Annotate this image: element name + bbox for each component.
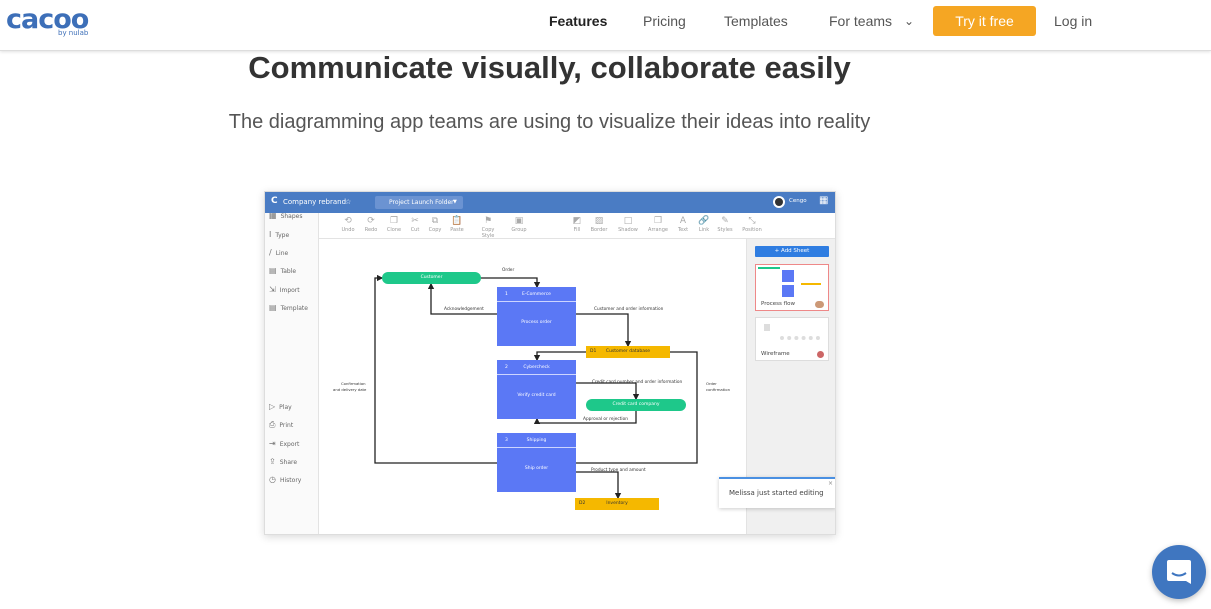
- label-delivery-date: and delivery date: [333, 387, 367, 392]
- login-link[interactable]: Log in: [1054, 12, 1092, 30]
- connector-db-to-cyber: [533, 351, 586, 362]
- chat-button[interactable]: [1152, 545, 1206, 599]
- app-screenshot: C Company rebrand ☆ Project Launch Folde…: [264, 191, 836, 535]
- process-cybercheck[interactable]: 2 Cybercheck Verify credit card: [497, 360, 576, 419]
- nulab-sublogo: by nulab: [58, 29, 89, 37]
- hero-subtitle: The diagramming app teams are using to v…: [228, 111, 871, 133]
- external-credit-card-company[interactable]: Credit card company: [586, 399, 686, 411]
- store-name: Customer database: [605, 349, 651, 354]
- process-title: Shipping: [526, 438, 547, 443]
- chevron-down-icon[interactable]: ⌄: [904, 12, 914, 30]
- store-id: D1: [590, 349, 597, 354]
- store-id: D2: [579, 501, 586, 506]
- editing-notification: Melissa just started editing ×: [719, 477, 835, 508]
- close-icon[interactable]: ×: [828, 480, 833, 487]
- process-body: Process order: [521, 320, 552, 325]
- label-confirmation: Confirmation: [341, 381, 366, 386]
- store-inventory[interactable]: D2 Inventory: [575, 498, 659, 510]
- top-nav: cacoo by nulab Features Pricing Template…: [0, 0, 1211, 51]
- process-shipping[interactable]: 3 Shipping Ship order: [497, 433, 576, 492]
- nav-features[interactable]: Features: [549, 12, 607, 30]
- chat-icon: [1167, 560, 1191, 584]
- label-order-conf-2: confirmation: [706, 387, 731, 392]
- connector-cc: [576, 382, 640, 401]
- store-customer-database[interactable]: D1 Customer database: [586, 346, 670, 358]
- nav-templates[interactable]: Templates: [724, 12, 788, 30]
- label-order-conf-1: Order: [706, 381, 717, 386]
- process-title: E-Commerce: [522, 292, 551, 297]
- try-it-free-button[interactable]: Try it free: [933, 6, 1036, 36]
- label-order: Order: [502, 268, 515, 273]
- process-number: 2: [505, 365, 508, 370]
- process-ecommerce[interactable]: 1 E-Commerce Process order: [497, 287, 576, 346]
- process-body: Verify credit card: [517, 393, 556, 398]
- process-title: Cybercheck: [523, 365, 550, 370]
- external-customer[interactable]: Customer: [382, 272, 481, 284]
- label-ack: Acknowledgement: [444, 307, 484, 312]
- process-number: 3: [505, 438, 508, 443]
- notification-text: Melissa just started editing: [729, 489, 824, 497]
- label-product: Product type and amount: [591, 468, 646, 473]
- process-number: 1: [505, 292, 508, 297]
- label-cc: Credit card number and order information: [592, 380, 683, 385]
- nav-pricing[interactable]: Pricing: [643, 12, 686, 30]
- label-approval: Approval or rejection: [583, 417, 628, 422]
- connector-product: [576, 471, 622, 500]
- process-body: Ship order: [524, 466, 549, 471]
- connector-confirmation: [374, 274, 497, 464]
- nav-for-teams[interactable]: For teams: [829, 12, 892, 30]
- connector-order: [481, 277, 541, 289]
- connector-cust-info: [576, 313, 632, 348]
- label-cust-info: Customer and order information: [594, 307, 664, 312]
- store-name: Inventory: [606, 501, 628, 506]
- hero-title: Communicate visually, collaborate easily: [248, 50, 851, 85]
